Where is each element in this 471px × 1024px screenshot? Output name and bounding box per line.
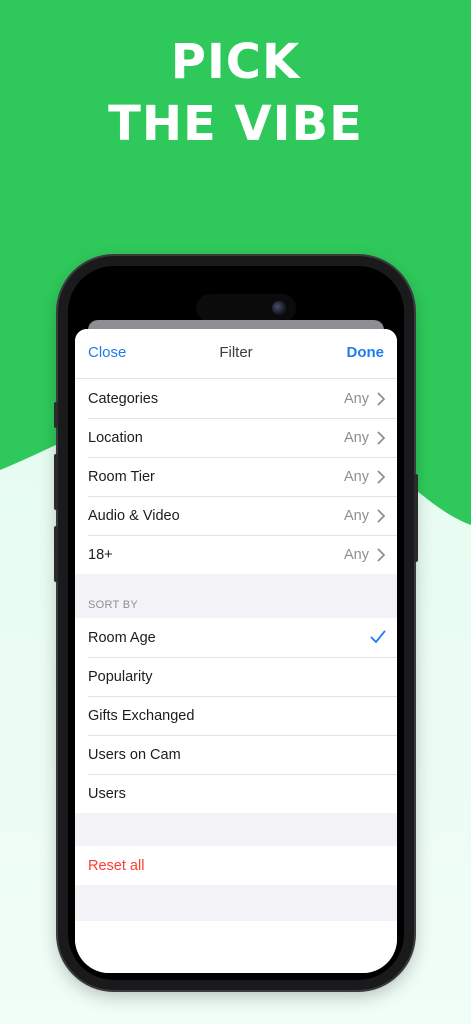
chevron-right-icon [377,470,385,484]
filter-row-value: Any [344,546,369,563]
filter-row-label: 18+ [88,546,113,563]
phone-screen: Close Filter Done Categories Any Locatio… [68,266,404,980]
chevron-right-icon [377,431,385,445]
filter-row-audio-video[interactable]: Audio & Video Any [75,496,397,535]
sort-option-label: Popularity [88,668,153,685]
headline-line-2: THE VIBE [108,96,363,152]
chevron-right-icon [377,548,385,562]
side-button-mute [54,402,58,428]
camera-icon [272,301,286,315]
sort-option-label: Gifts Exchanged [88,707,195,724]
sort-by-header: SORT BY [75,574,397,618]
filter-row-label: Audio & Video [88,507,180,524]
sort-option-users[interactable]: Users [75,774,397,813]
sort-options-group: Room Age Popularity Gifts Exchanged User… [75,618,397,813]
filter-row-room-tier[interactable]: Room Tier Any [75,457,397,496]
filter-row-categories[interactable]: Categories Any [75,379,397,418]
sort-option-label: Room Age [88,629,156,646]
filter-row-18-plus[interactable]: 18+ Any [75,535,397,574]
sort-option-label: Users on Cam [88,746,181,763]
checkmark-icon [370,630,386,643]
side-button-volume-down [54,526,58,582]
filter-row-location[interactable]: Location Any [75,418,397,457]
filter-options-group: Categories Any Location Any Room Tier An… [75,379,397,574]
headline-line-1: PICK [170,34,301,90]
sort-option-users-on-cam[interactable]: Users on Cam [75,735,397,774]
side-button-volume-up [54,454,58,510]
chevron-right-icon [377,392,385,406]
phone-mockup: Close Filter Done Categories Any Locatio… [54,256,418,990]
sort-option-gifts-exchanged[interactable]: Gifts Exchanged [75,696,397,735]
filter-sheet: Close Filter Done Categories Any Locatio… [75,329,397,973]
sheet-bottom-area [75,921,397,973]
sort-option-room-age[interactable]: Room Age [75,618,397,657]
sort-by-header-label: SORT BY [88,599,138,611]
filter-row-label: Location [88,429,143,446]
reset-all-label: Reset all [88,857,145,874]
filter-row-label: Categories [88,390,159,407]
chevron-right-icon [377,509,385,523]
reset-all-button[interactable]: Reset all [75,846,397,885]
sort-option-label: Users [88,785,126,802]
side-button-power [414,474,418,562]
filter-row-value: Any [344,429,369,446]
filter-row-label: Room Tier [88,468,155,485]
filter-row-value: Any [344,468,369,485]
filter-navbar: Close Filter Done [75,329,397,379]
sort-option-popularity[interactable]: Popularity [75,657,397,696]
filter-row-value: Any [344,507,369,524]
reset-group: Reset all [75,846,397,885]
filter-row-value: Any [344,390,369,407]
done-button[interactable]: Done [347,344,385,361]
